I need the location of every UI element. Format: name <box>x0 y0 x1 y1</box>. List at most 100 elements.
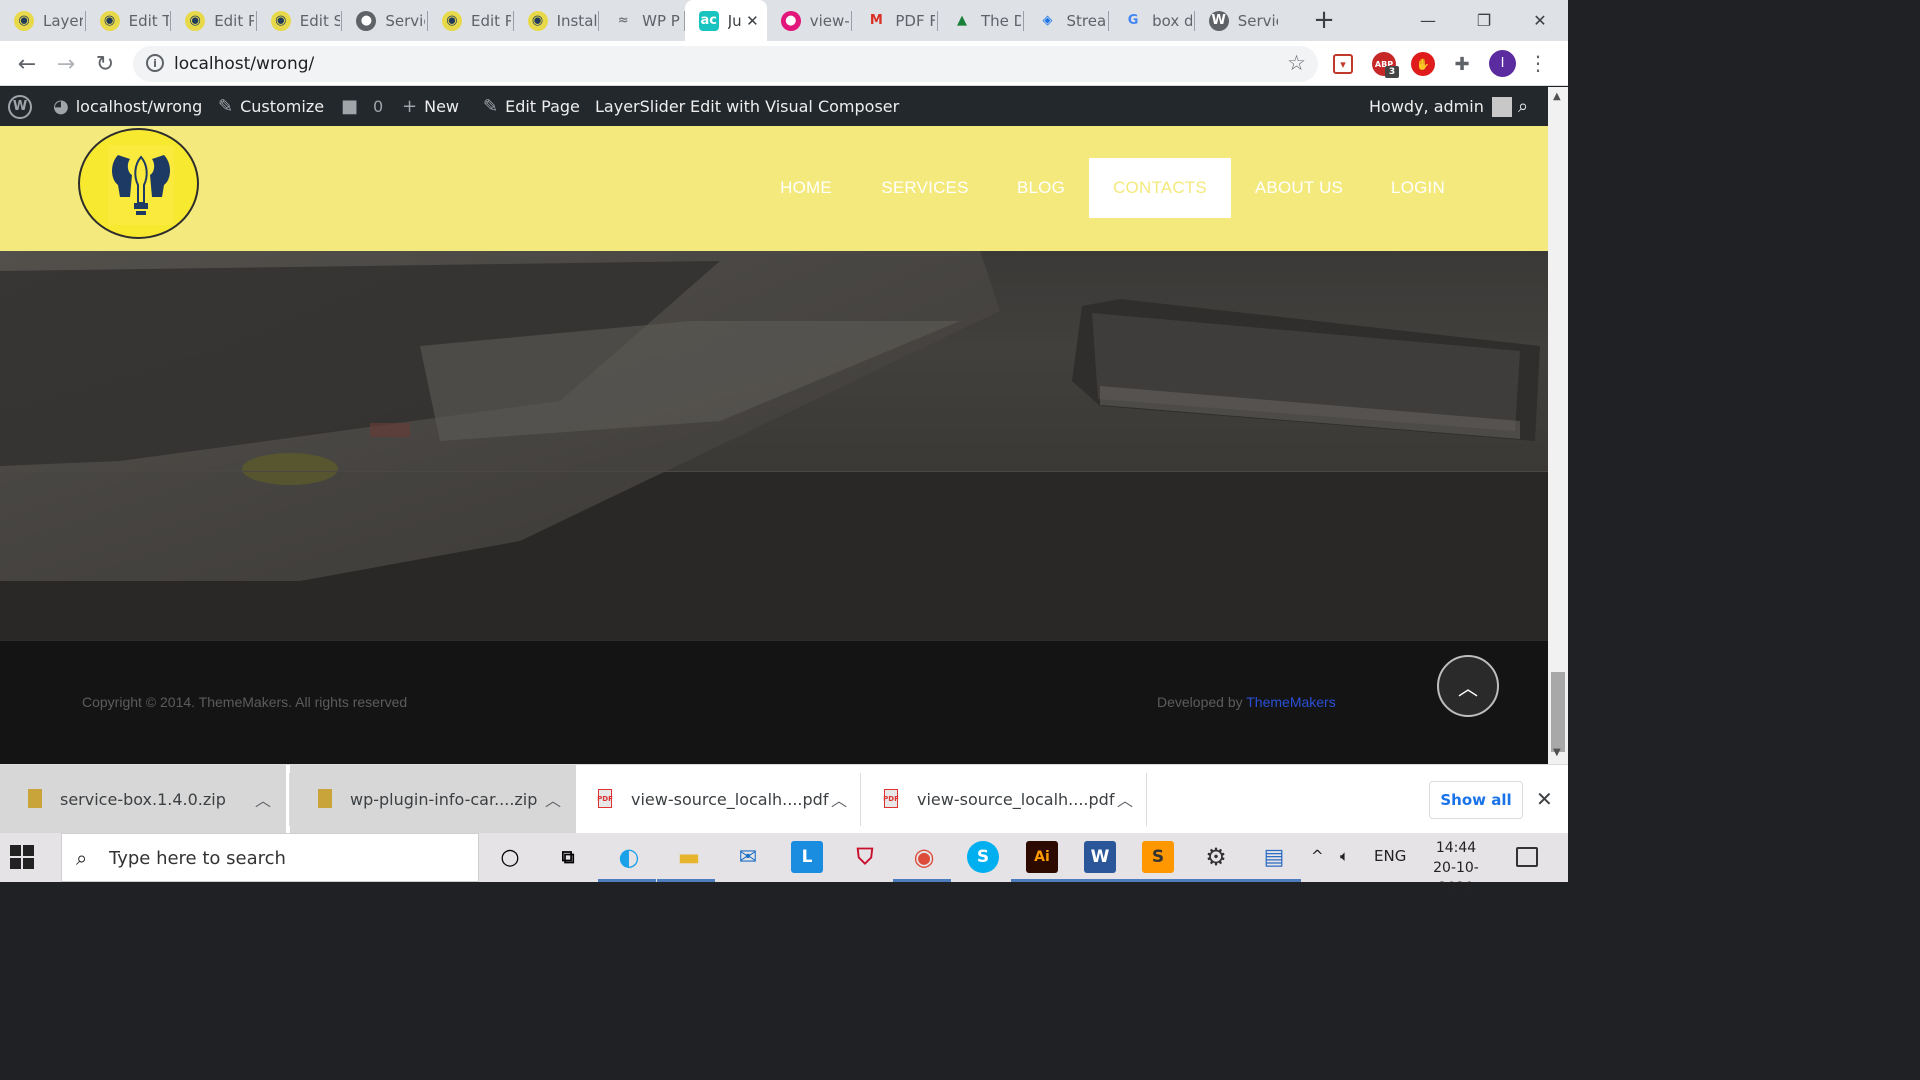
admin-edit-page-link[interactable]: ✎ Edit Page <box>483 87 580 126</box>
minimize-button[interactable]: — <box>1400 0 1456 41</box>
new-tab-button[interactable]: + <box>1310 5 1338 35</box>
scroll-up-arrow-icon[interactable]: ▲ <box>1553 91 1561 102</box>
action-center-icon[interactable] <box>1516 847 1538 867</box>
browser-tab[interactable]: ≈ WP P <box>599 0 685 41</box>
nav-services[interactable]: SERVICES <box>870 158 980 218</box>
copyright-text: Copyright © 2014. ThemeMakers. All right… <box>82 694 408 710</box>
info-icon[interactable]: i <box>146 54 164 72</box>
download-item[interactable]: wp-plugin-info-car....zip ︿ <box>290 765 576 834</box>
browser-tab[interactable]: W Servic <box>1195 0 1281 41</box>
browser-tab[interactable]: ▲ The D <box>938 0 1024 41</box>
back-to-top-button[interactable]: ︿ <box>1437 655 1499 717</box>
browser-tab[interactable]: ◉ Edit P <box>428 0 514 41</box>
admin-search[interactable]: ⌕ <box>1518 87 1535 126</box>
site-footer: Copyright © 2014. ThemeMakers. All right… <box>0 640 1548 764</box>
stop-extension-icon[interactable]: ✋ <box>1411 52 1435 76</box>
admin-visual-composer-link[interactable]: Edit with Visual Composer <box>690 87 899 126</box>
system-clock[interactable]: 14:44 20-10-2020 <box>1418 838 1494 898</box>
cortana-icon[interactable]: ○ <box>494 841 526 873</box>
show-all-button[interactable]: Show all <box>1429 781 1523 819</box>
browser-tab[interactable]: ● Servic <box>342 0 428 41</box>
admin-account-menu[interactable]: Howdy, admin <box>1369 87 1512 126</box>
scroll-thumb[interactable] <box>1551 672 1565 752</box>
menu-dots-icon[interactable]: ⋮ <box>1528 51 1548 75</box>
pocket-extension-icon[interactable]: ▾ <box>1333 54 1353 74</box>
reload-button[interactable]: ↻ <box>90 49 120 79</box>
download-item[interactable]: service-box.1.4.0.zip ︿ <box>0 765 286 834</box>
settings-gear-icon[interactable]: ⚙ <box>1200 841 1232 873</box>
chevron-up-icon[interactable]: ^ <box>1311 847 1324 865</box>
language-indicator[interactable]: ENG <box>1374 847 1406 865</box>
close-tab-icon[interactable]: ✕ <box>746 12 759 30</box>
file-explorer-icon[interactable]: ▬ <box>673 841 705 873</box>
running-indicator <box>893 879 951 882</box>
dashboard-icon: ◕ <box>53 96 69 117</box>
ac-icon: ac <box>698 10 719 31</box>
address-bar[interactable]: i localhost/wrong/ ☆ <box>133 46 1318 82</box>
tab-title: box d <box>1152 11 1193 30</box>
browser-tab[interactable]: ● view- <box>767 0 853 41</box>
mcafee-icon[interactable]: ⛉ <box>849 841 881 873</box>
forward-button[interactable]: → <box>51 49 81 79</box>
nav-login[interactable]: LOGIN <box>1382 158 1454 218</box>
nav-blog[interactable]: BLOG <box>1006 158 1076 218</box>
browser-tab[interactable]: ◉ Edit S <box>257 0 343 41</box>
chevron-up-icon[interactable]: ︿ <box>1117 787 1133 811</box>
scroll-down-arrow-icon[interactable]: ▼ <box>1553 747 1561 758</box>
taskbar-search-box[interactable]: ⌕ Type here to search <box>61 833 479 882</box>
developed-by-label: Developed by <box>1157 694 1247 710</box>
download-item[interactable]: PDF view-source_localh....pdf ︿ <box>576 765 862 834</box>
browser-tab[interactable]: M PDF F <box>852 0 938 41</box>
browser-tab[interactable]: Gbox d <box>1109 0 1195 41</box>
close-window-button[interactable]: ✕ <box>1512 0 1568 41</box>
nav-about-us[interactable]: ABOUT US <box>1244 158 1354 218</box>
chevron-up-icon[interactable]: ︿ <box>831 787 847 811</box>
admin-new-link[interactable]: + New <box>402 87 459 126</box>
download-filename: view-source_localh....pdf <box>631 790 829 809</box>
l-app-icon[interactable]: L <box>791 841 823 873</box>
admin-site-link[interactable]: ◕ localhost/wrong <box>53 87 202 126</box>
mail-icon[interactable]: ✉ <box>732 841 764 873</box>
bulb-icon: ◉ <box>441 10 462 31</box>
task-view-icon[interactable]: ⧉ <box>552 841 584 873</box>
notepad-app-icon[interactable]: ▤ <box>1258 841 1290 873</box>
admin-comments-link[interactable]: ■ 0 <box>341 87 383 126</box>
chevron-up-icon[interactable]: ︿ <box>255 787 271 811</box>
browser-tab[interactable]: ◉ Instal <box>514 0 600 41</box>
restore-button[interactable]: ❐ <box>1456 0 1512 41</box>
wp-logo-menu[interactable]: W <box>8 87 39 126</box>
tab-title: Edit T <box>128 11 169 30</box>
page-scrollbar[interactable]: ▲ ▼ <box>1548 87 1568 764</box>
download-item[interactable]: PDF view-source_localh....pdf ︿ <box>862 765 1148 834</box>
browser-tab[interactable]: ◈ Strear <box>1024 0 1110 41</box>
word-icon[interactable]: W <box>1084 841 1116 873</box>
admin-customize-link[interactable]: ✎ Customize <box>218 87 324 126</box>
site-logo[interactable] <box>77 126 201 241</box>
back-button[interactable]: ← <box>12 49 42 79</box>
profile-avatar[interactable]: I <box>1489 50 1516 77</box>
browser-tab[interactable]: ◉ Edit T <box>86 0 172 41</box>
close-icon[interactable]: ✕ <box>1536 787 1553 811</box>
bookmark-star-icon[interactable]: ☆ <box>1287 51 1306 75</box>
admin-site-label: localhost/wrong <box>75 97 203 116</box>
browser-tab[interactable]: ◉ Edit P <box>171 0 257 41</box>
edge-icon[interactable]: ◐ <box>613 841 645 873</box>
browser-tab[interactable]: ◉ Layer <box>0 0 86 41</box>
admin-visual-composer-label: Edit with Visual Composer <box>690 97 900 116</box>
nav-home[interactable]: HOME <box>770 158 842 218</box>
chrome-icon[interactable]: ◉ <box>908 841 940 873</box>
tab-title: Edit S <box>299 11 340 30</box>
developer-link[interactable]: ThemeMakers <box>1246 694 1335 710</box>
plus-icon: + <box>402 96 418 117</box>
browser-tab-active[interactable]: ac Ju ✕ <box>684 0 767 41</box>
nav-contacts[interactable]: CONTACTS <box>1089 158 1231 218</box>
volume-icon[interactable]: 🔈︎ <box>1340 847 1349 865</box>
windows-start-icon[interactable] <box>10 845 36 871</box>
url-text[interactable]: localhost/wrong/ <box>174 54 314 74</box>
sublime-icon[interactable]: S <box>1142 841 1174 873</box>
admin-layerslider-link[interactable]: LayerSlider <box>595 87 685 126</box>
skype-icon[interactable]: S <box>967 841 999 873</box>
illustrator-icon[interactable]: Ai <box>1026 841 1058 873</box>
chevron-up-icon[interactable]: ︿ <box>545 787 561 811</box>
puzzle-extensions-icon[interactable]: ✚ <box>1450 52 1474 76</box>
